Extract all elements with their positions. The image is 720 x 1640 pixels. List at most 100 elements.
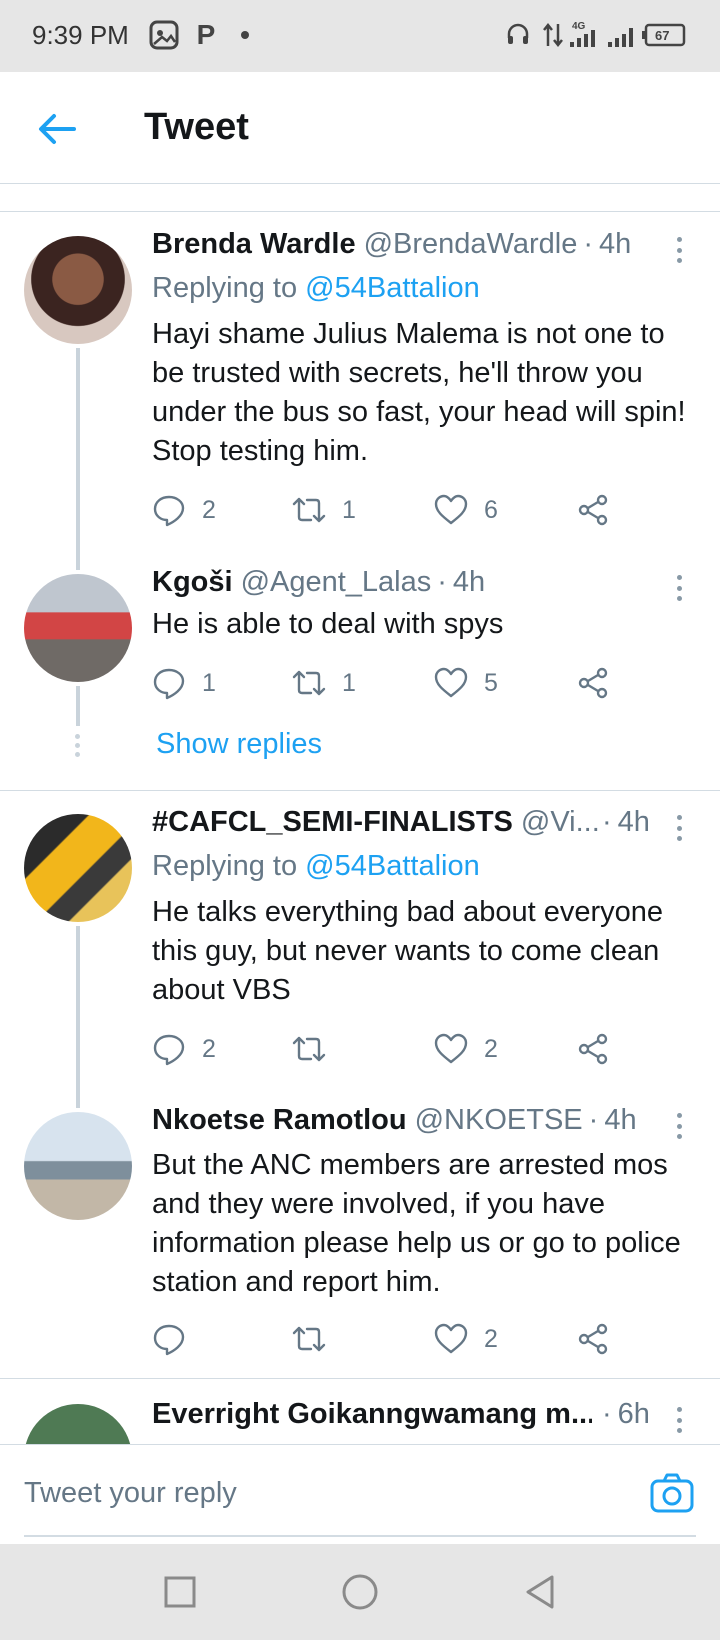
author-name[interactable]: Nkoetse Ramotlou [152, 1104, 407, 1137]
tweet-text: But the ANC members are arrested mos and… [152, 1149, 681, 1298]
retweet-icon [292, 670, 326, 696]
show-replies-link[interactable]: Show replies [156, 728, 322, 761]
reply-icon [153, 495, 185, 527]
tweet-actions: 2 [152, 1319, 612, 1359]
retweet-count: 1 [342, 495, 356, 524]
system-nav-bar [0, 1544, 720, 1640]
more-options-icon[interactable] [672, 1110, 686, 1142]
like-button[interactable]: 2 [434, 1319, 498, 1359]
data-transfer-icon [542, 20, 564, 50]
tweet-actions: 1 1 5 [152, 663, 612, 703]
replying-to-link[interactable]: @54Battalion [305, 272, 480, 304]
tweet-text: Hayi shame Julius Malema is not one to b… [152, 318, 686, 467]
reply-button[interactable]: 2 [152, 1029, 216, 1069]
divider [0, 211, 720, 212]
reply-button[interactable]: 2 [152, 490, 216, 530]
more-options-icon[interactable] [672, 572, 686, 604]
retweet-icon [292, 1326, 326, 1352]
reply-count: 2 [202, 495, 216, 524]
share-button[interactable] [576, 1029, 610, 1069]
replying-to: Replying to @54Battalion [152, 272, 480, 305]
replying-prefix: Replying to [152, 272, 306, 304]
tweet-actions: 2 1 6 [152, 490, 612, 530]
replying-to-link[interactable]: @54Battalion [305, 850, 480, 882]
share-icon [578, 1033, 608, 1065]
parking-app-icon: P [196, 19, 216, 50]
avatar[interactable] [24, 574, 132, 682]
avatar[interactable] [24, 814, 132, 922]
reply-icon [153, 1034, 185, 1066]
separator-dot: · [602, 806, 612, 838]
more-options-icon[interactable] [672, 234, 686, 266]
separator-dot: · [588, 1104, 599, 1136]
separator-dot: · [583, 228, 593, 260]
more-options-icon[interactable] [672, 812, 686, 844]
more-options-icon[interactable] [672, 1404, 686, 1436]
tweet-time-group: · 6h [596, 1398, 666, 1438]
retweet-button[interactable] [292, 1319, 342, 1359]
share-button[interactable] [576, 490, 610, 530]
retweet-count: 1 [342, 668, 356, 697]
avatar[interactable] [24, 1404, 132, 1444]
replying-to: Replying to @54Battalion [152, 850, 480, 883]
separator-dot: · [602, 1398, 612, 1430]
tweet-time: 4h [617, 806, 650, 838]
status-bar: 9:39 PM P 4G 67 [0, 0, 720, 72]
tweet-header: Brenda Wardle @BrendaWardle · 4h [152, 228, 652, 268]
recents-square-icon[interactable] [160, 1572, 200, 1612]
like-count: 2 [484, 1034, 498, 1063]
tweet-time-group: · 4h [596, 806, 666, 846]
headset-icon [504, 20, 532, 50]
heart-icon [434, 1323, 468, 1354]
like-count: 6 [484, 495, 498, 524]
share-icon [578, 1323, 608, 1355]
camera-icon[interactable] [650, 1473, 694, 1513]
reply-button[interactable] [152, 1319, 202, 1359]
tweet-time: 4h [604, 1104, 637, 1136]
replying-prefix: Replying to [152, 850, 306, 882]
gallery-app-icon [148, 20, 180, 50]
avatar[interactable] [24, 236, 132, 344]
tweet-time: 6h [617, 1398, 650, 1430]
retweet-button[interactable] [292, 1029, 342, 1069]
tweet-time: 4h [599, 228, 632, 260]
author-name[interactable]: #CAFCL_SEMI-FINALISTS [152, 806, 513, 839]
author-handle[interactable]: @BrendaWardle [364, 228, 578, 261]
share-button[interactable] [576, 1319, 610, 1359]
reply-count: 1 [202, 668, 216, 697]
reply-icon [153, 1324, 185, 1356]
tweet-header: Everright Goikanngwamang m... [152, 1398, 592, 1438]
reply-input[interactable]: Tweet your reply [24, 1477, 237, 1510]
reply-composer[interactable]: Tweet your reply [0, 1444, 720, 1544]
divider [0, 790, 720, 791]
avatar[interactable] [24, 1112, 132, 1220]
like-button[interactable]: 2 [434, 1029, 498, 1069]
author-name[interactable]: Kgoši [152, 566, 233, 599]
author-name[interactable]: Everright Goikanngwamang m... [152, 1398, 592, 1431]
like-button[interactable]: 5 [434, 663, 498, 703]
thread-line [76, 348, 80, 570]
author-handle[interactable]: @Vi... [521, 806, 600, 839]
arrow-left-icon[interactable] [34, 106, 80, 152]
author-name[interactable]: Brenda Wardle [152, 228, 356, 261]
status-time: 9:39 PM [32, 20, 129, 50]
reply-button[interactable]: 1 [152, 663, 216, 703]
author-handle[interactable]: @NKOETSE [415, 1104, 583, 1137]
reply-icon [153, 668, 185, 700]
tweet-header: #CAFCL_SEMI-FINALISTS @Vi... [152, 806, 602, 846]
back-triangle-icon[interactable] [520, 1572, 560, 1612]
reply-input-underline [24, 1535, 696, 1537]
page-title: Tweet [144, 106, 249, 148]
retweet-icon [292, 497, 326, 523]
retweet-button[interactable]: 1 [292, 490, 356, 530]
share-icon [578, 494, 608, 526]
tweet-header: Nkoetse Ramotlou @NKOETSE · 4h [152, 1104, 652, 1144]
retweet-button[interactable]: 1 [292, 663, 356, 703]
share-button[interactable] [576, 663, 610, 703]
thread-line [76, 686, 80, 726]
like-button[interactable]: 6 [434, 490, 498, 530]
home-circle-icon[interactable] [340, 1572, 380, 1612]
notification-dot-icon [240, 20, 250, 50]
author-handle[interactable]: @Agent_Lalas [241, 566, 432, 599]
separator-dot: · [437, 566, 447, 598]
